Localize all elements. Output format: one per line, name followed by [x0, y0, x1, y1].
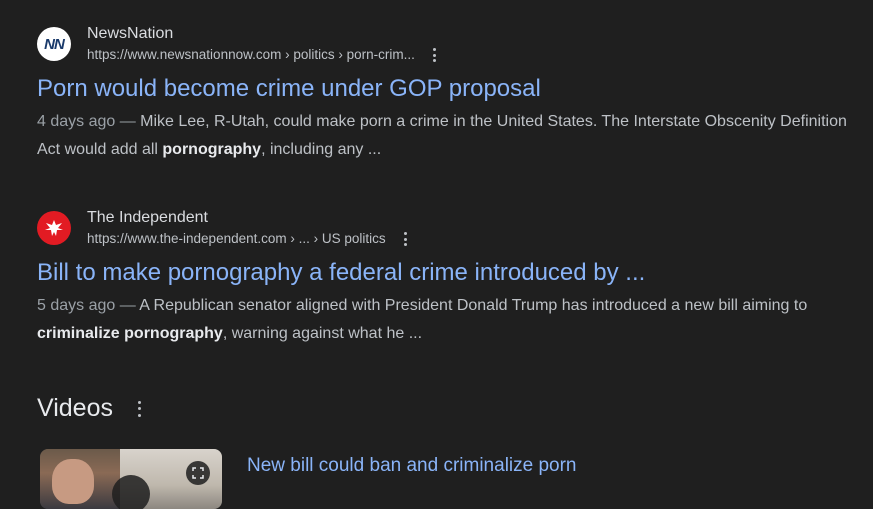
site-name: NewsNation	[87, 25, 174, 42]
result-date: 4 days ago	[37, 112, 116, 130]
result-snippet: 4 days ago — Mike Lee, R-Utah, could mak…	[37, 108, 857, 164]
play-icon[interactable]	[112, 475, 150, 509]
videos-section-header: Videos	[37, 394, 145, 423]
result-snippet: 5 days ago — A Republican senator aligne…	[37, 292, 857, 348]
snippet-separator: —	[115, 112, 141, 130]
site-name: The Independent	[87, 209, 208, 226]
search-result-independent: The Independent https://www.the-independ…	[37, 210, 857, 348]
result-url: https://www.newsnationnow.com › politics…	[87, 47, 415, 63]
independent-eagle-icon	[37, 211, 71, 245]
favicon-text: NN	[44, 35, 65, 53]
video-thumbnail[interactable]	[40, 449, 222, 509]
video-title-link[interactable]: New bill could ban and criminalize porn	[247, 455, 577, 477]
snippet-highlight: pornography	[162, 140, 262, 158]
thumbnail-speaker-image	[40, 449, 120, 509]
search-result-newsnation: NN NewsNation https://www.newsnationnow.…	[37, 26, 857, 164]
snippet-highlight: criminalize pornography	[37, 324, 223, 342]
snippet-separator: —	[115, 296, 140, 314]
more-options-icon[interactable]	[133, 400, 145, 417]
more-options-icon[interactable]	[400, 232, 412, 246]
newsnation-logo-icon: NN	[37, 27, 71, 61]
result-url: https://www.the-independent.com › ... › …	[87, 231, 386, 247]
snippet-text-end: , warning against what he ...	[222, 324, 423, 342]
result-source[interactable]: NN NewsNation https://www.newsnationnow.…	[37, 26, 857, 62]
more-options-icon[interactable]	[429, 48, 441, 62]
result-source[interactable]: The Independent https://www.the-independ…	[37, 210, 857, 246]
videos-heading: Videos	[37, 394, 113, 422]
result-date: 5 days ago	[37, 296, 116, 314]
result-title-link[interactable]: Bill to make pornography a federal crime…	[37, 259, 857, 288]
snippet-text-end: , including any ...	[261, 140, 382, 158]
snippet-text: A Republican senator aligned with Presid…	[139, 296, 808, 314]
snippet-text: Mike Lee, R-Utah, could make porn a crim…	[37, 112, 847, 158]
expand-icon[interactable]	[186, 461, 210, 485]
result-title-link[interactable]: Porn would become crime under GOP propos…	[37, 75, 857, 104]
